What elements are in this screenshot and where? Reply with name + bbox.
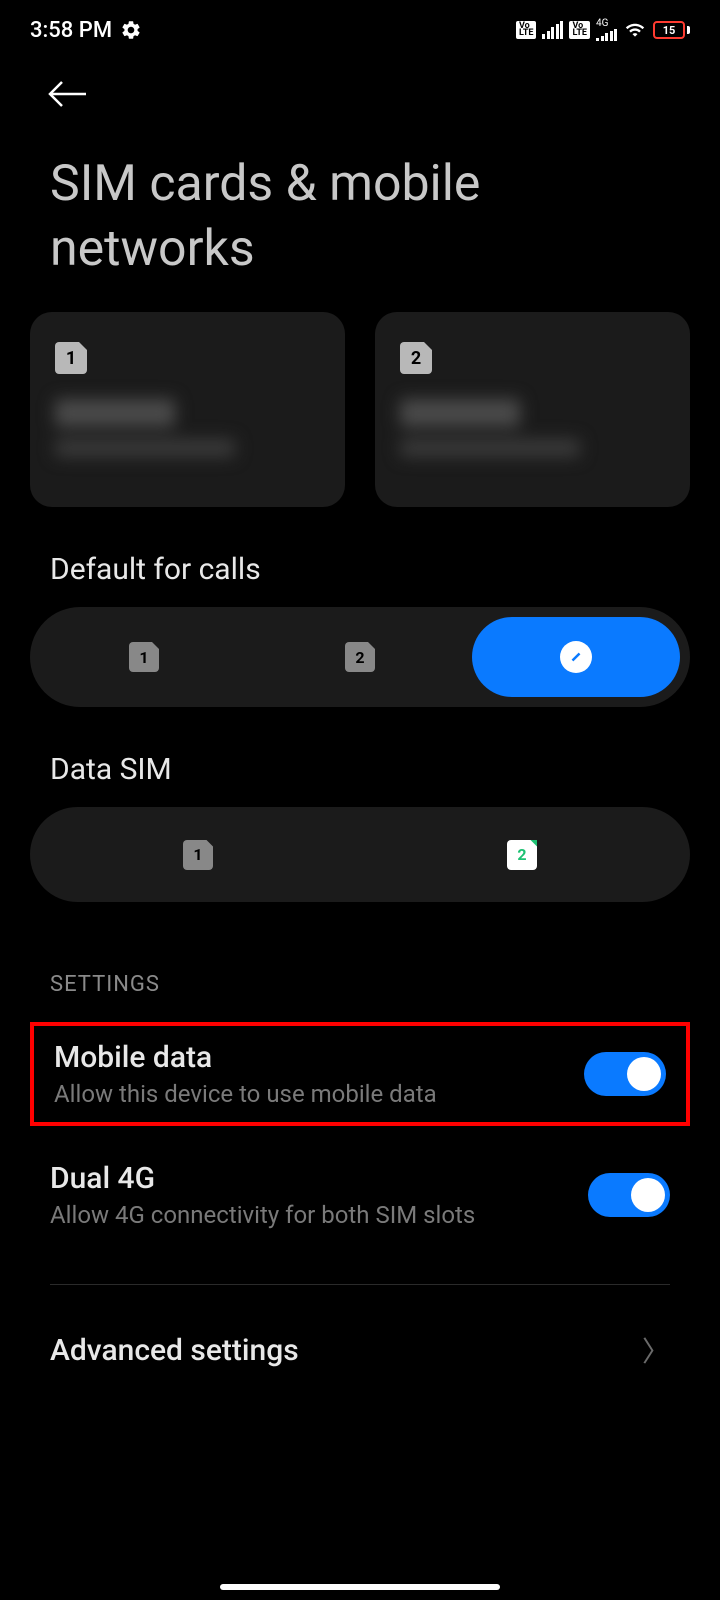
data-sim-1[interactable]: 1 xyxy=(40,817,356,892)
volte-badge-2: VoLTE xyxy=(569,21,590,39)
network-label: 4G xyxy=(596,19,608,29)
status-bar: 3:58 PM VoLTE VoLTE 4G xyxy=(0,0,720,60)
sim-2-info-blurred xyxy=(400,399,665,457)
status-right: VoLTE VoLTE 4G 15 xyxy=(516,19,690,41)
sim-card-1[interactable]: 1 xyxy=(30,312,345,507)
mobile-data-info: Mobile data Allow this device to use mob… xyxy=(54,1040,584,1108)
mobile-data-row[interactable]: Mobile data Allow this device to use mob… xyxy=(34,1026,686,1122)
data-sim-label: Data SIM xyxy=(0,707,720,807)
sim-cards-container: 1 2 xyxy=(0,312,720,507)
dual-4g-info: Dual 4G Allow 4G connectivity for both S… xyxy=(50,1161,588,1229)
default-calls-sim1[interactable]: 1 xyxy=(40,617,248,697)
volte-badge-1: VoLTE xyxy=(516,21,537,39)
sim-card-2[interactable]: 2 xyxy=(375,312,690,507)
back-button[interactable] xyxy=(0,60,720,132)
mobile-data-toggle[interactable] xyxy=(584,1052,666,1096)
settings-header: SETTINGS xyxy=(0,902,720,1022)
sim-1-badge: 1 xyxy=(55,342,87,374)
dual-4g-row[interactable]: Dual 4G Allow 4G connectivity for both S… xyxy=(0,1126,720,1259)
page-title: SIM cards & mobile networks xyxy=(0,132,720,312)
not-set-icon xyxy=(560,641,592,673)
sim-2-icon: 2 xyxy=(345,642,375,672)
status-left: 3:58 PM xyxy=(30,18,142,43)
mobile-data-subtitle: Allow this device to use mobile data xyxy=(54,1080,584,1108)
signal-bars-1 xyxy=(542,21,563,39)
default-calls-selector: 1 2 xyxy=(30,607,690,707)
dual-4g-subtitle: Allow 4G connectivity for both SIM slots xyxy=(50,1201,588,1229)
home-indicator[interactable] xyxy=(220,1584,500,1590)
dual-4g-toggle[interactable] xyxy=(588,1173,670,1217)
advanced-settings-row[interactable]: Advanced settings 〉 xyxy=(0,1285,720,1370)
sim-2-badge: 2 xyxy=(400,342,432,374)
status-time: 3:58 PM xyxy=(30,18,112,43)
data-sim-1-icon: 1 xyxy=(183,840,213,870)
wifi-icon xyxy=(623,20,647,40)
data-sim-2-icon: 2 xyxy=(507,840,537,870)
data-sim-2[interactable]: 2 xyxy=(364,817,680,892)
gear-icon xyxy=(120,19,142,41)
mobile-data-title: Mobile data xyxy=(54,1040,584,1075)
default-calls-sim2[interactable]: 2 xyxy=(256,617,464,697)
back-arrow-icon xyxy=(48,80,88,108)
network-4g-group: 4G xyxy=(596,19,617,41)
default-calls-label: Default for calls xyxy=(0,507,720,607)
battery-level: 15 xyxy=(663,24,676,37)
toggle-knob xyxy=(627,1057,661,1091)
default-calls-ask[interactable] xyxy=(472,617,680,697)
dual-4g-title: Dual 4G xyxy=(50,1161,588,1196)
chevron-right-icon: 〉 xyxy=(642,1330,670,1370)
sim-1-icon: 1 xyxy=(129,642,159,672)
signal-bars-2 xyxy=(596,29,617,41)
battery-icon: 15 xyxy=(653,21,690,39)
data-sim-selector: 1 2 xyxy=(30,807,690,902)
advanced-settings-title: Advanced settings xyxy=(50,1333,299,1368)
toggle-knob xyxy=(631,1178,665,1212)
sim-1-info-blurred xyxy=(55,399,320,457)
mobile-data-highlight: Mobile data Allow this device to use mob… xyxy=(30,1022,690,1126)
